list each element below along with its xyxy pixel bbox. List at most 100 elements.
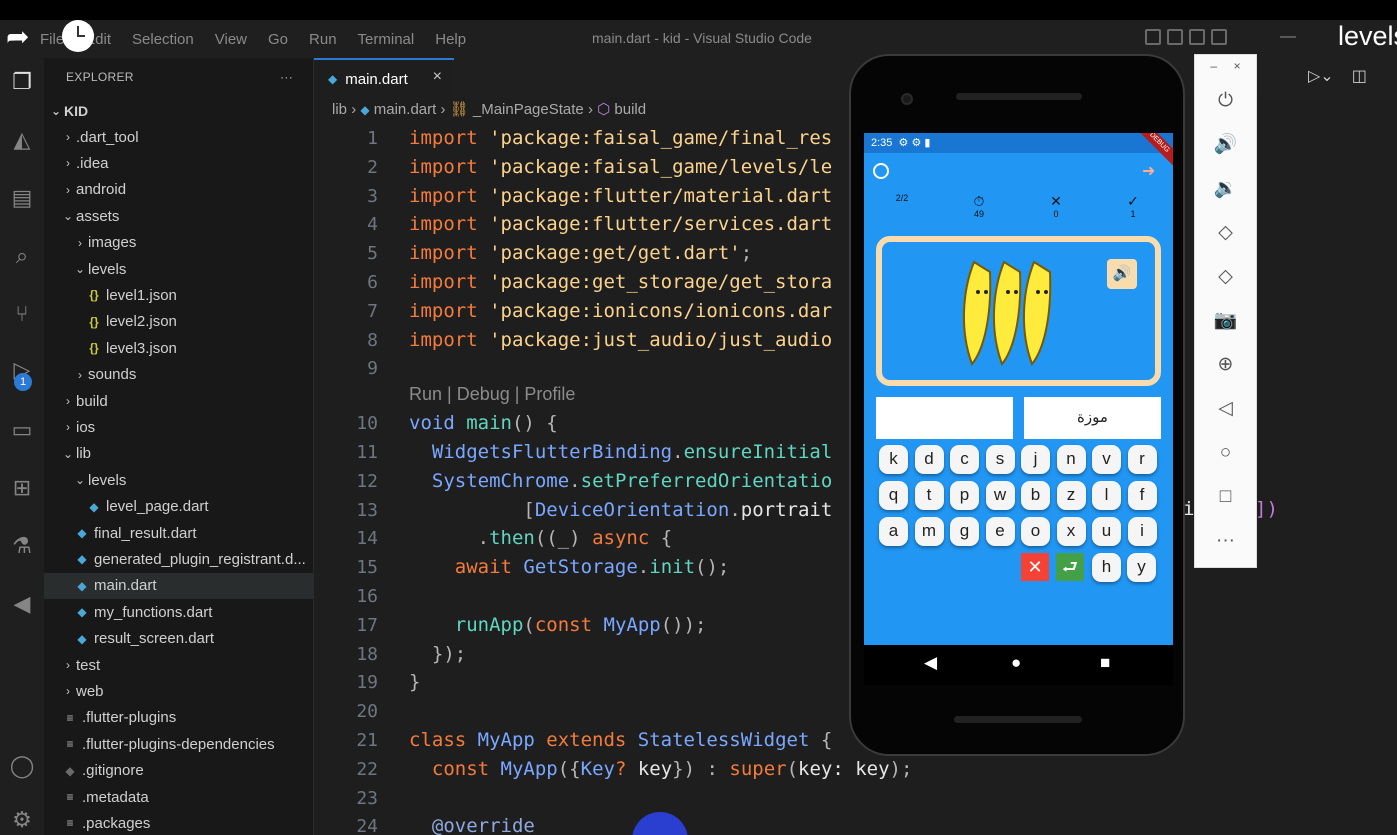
tree-item[interactable]: › build: [44, 388, 313, 414]
flutter-icon[interactable]: ◭: [0, 118, 44, 162]
letter-key[interactable]: m: [914, 517, 944, 546]
letter-key[interactable]: r: [1127, 445, 1157, 474]
codelens-run-debug[interactable]: Run | Debug | Profile: [409, 384, 575, 405]
customize-layout-icon[interactable]: [1211, 29, 1227, 45]
nav-home-icon[interactable]: ●: [1011, 653, 1021, 673]
letter-key[interactable]: b: [1021, 481, 1050, 510]
rotate-right-icon[interactable]: ◇: [1195, 263, 1256, 291]
letter-key[interactable]: h: [1092, 553, 1121, 582]
volume-down-icon[interactable]: 🔉: [1195, 175, 1256, 203]
menu-file[interactable]: File: [40, 31, 64, 48]
letter-key[interactable]: z: [1056, 481, 1086, 510]
tree-item[interactable]: {} level1.json: [44, 282, 313, 308]
explorer-icon[interactable]: ❐: [0, 60, 44, 104]
toggle-sidebar-icon[interactable]: [1145, 29, 1161, 45]
tree-item[interactable]: ◆ level_page.dart: [44, 494, 313, 520]
letter-key[interactable]: p: [950, 481, 979, 510]
letter-key[interactable]: o: [1021, 517, 1050, 546]
tree-item[interactable]: ◆ .gitignore: [44, 758, 313, 784]
menu-view[interactable]: View: [215, 31, 247, 48]
overview-icon[interactable]: □: [1195, 483, 1256, 511]
run-debug-dropdown-icon[interactable]: ▷⌄: [1308, 66, 1334, 86]
watch-later-icon[interactable]: [62, 20, 94, 52]
letter-key[interactable]: j: [1021, 445, 1050, 474]
answer-input-box[interactable]: [876, 397, 1013, 439]
nav-recents-icon[interactable]: ■: [1100, 653, 1110, 673]
settings-gear-icon[interactable]: ⚙: [0, 798, 44, 835]
camera-icon[interactable]: 📷: [1195, 307, 1256, 335]
home-icon[interactable]: ○: [1195, 439, 1256, 467]
letter-key[interactable]: l: [1092, 481, 1121, 510]
letter-key[interactable]: k: [879, 445, 908, 474]
submit-answer-button[interactable]: ⮐: [1056, 553, 1084, 581]
volume-up-icon[interactable]: 🔊: [1195, 131, 1256, 159]
letter-key[interactable]: s: [985, 445, 1015, 474]
testing-icon[interactable]: ⚗: [0, 524, 44, 568]
tree-item[interactable]: › test: [44, 652, 313, 678]
source-control-icon[interactable]: ⑂: [0, 292, 44, 336]
letter-key[interactable]: u: [1092, 517, 1121, 546]
tree-item[interactable]: ◆ main.dart: [44, 572, 313, 599]
letter-key[interactable]: c: [950, 445, 979, 474]
back-icon[interactable]: ◁: [1195, 395, 1256, 423]
extensions-icon[interactable]: ⊞: [0, 466, 44, 510]
tree-item[interactable]: › .idea: [44, 150, 313, 176]
more-icon[interactable]: ···: [1195, 527, 1256, 555]
menu-go[interactable]: Go: [268, 31, 288, 48]
letter-key[interactable]: a: [879, 517, 908, 546]
letter-key[interactable]: g: [950, 517, 979, 546]
tree-item[interactable]: {} level2.json: [44, 309, 313, 335]
nav-back-icon[interactable]: ◀: [924, 653, 937, 673]
toggle-panel-icon[interactable]: [1167, 29, 1183, 45]
tree-root[interactable]: ⌄ KID: [44, 98, 313, 124]
tree-item[interactable]: ⌄ levels: [44, 467, 313, 493]
tree-item[interactable]: ◆ final_result.dart: [44, 520, 313, 546]
share-arrow-icon[interactable]: ➦: [6, 22, 42, 52]
account-icon[interactable]: ◯: [0, 744, 44, 788]
emulator-minimize-icon[interactable]: –: [1210, 59, 1217, 73]
tree-item[interactable]: ◆ generated_plugin_registrant.d...: [44, 546, 313, 572]
letter-key[interactable]: t: [914, 481, 944, 510]
delete-letter-button[interactable]: ✕: [1021, 553, 1049, 581]
tree-item[interactable]: › web: [44, 678, 313, 704]
explorer-more-icon[interactable]: ···: [280, 70, 293, 84]
menu-terminal[interactable]: Terminal: [358, 31, 415, 48]
emulator-close-icon[interactable]: ×: [1234, 59, 1241, 73]
tree-item[interactable]: ⌄ assets: [44, 203, 313, 229]
letter-key[interactable]: n: [1056, 445, 1086, 474]
tree-item[interactable]: {} level3.json: [44, 335, 313, 361]
toggle-secondary-sidebar-icon[interactable]: [1189, 29, 1205, 45]
arrow-forward-icon[interactable]: ➜: [1142, 161, 1155, 181]
letter-key[interactable]: e: [985, 517, 1015, 546]
tree-item[interactable]: › sounds: [44, 362, 313, 388]
menu-help[interactable]: Help: [435, 31, 466, 48]
tab-close-icon[interactable]: ×: [433, 68, 442, 86]
tree-item[interactable]: ≡ .packages: [44, 810, 313, 835]
tree-item[interactable]: ≡ .flutter-plugins: [44, 705, 313, 731]
letter-key[interactable]: w: [985, 481, 1015, 510]
tab-main-dart[interactable]: ◆ main.dart ×: [314, 58, 454, 98]
breadcrumb-file[interactable]: main.dart: [374, 101, 437, 118]
search-icon[interactable]: ⌕: [0, 234, 44, 278]
power-icon[interactable]: ⏻: [1195, 87, 1256, 115]
book-icon[interactable]: ▤: [0, 176, 44, 220]
dart-devtools-icon[interactable]: ◀: [0, 582, 44, 626]
menu-selection[interactable]: Selection: [132, 31, 194, 48]
tree-item[interactable]: ≡ .flutter-plugins-dependencies: [44, 731, 313, 757]
rotate-left-icon[interactable]: ◇: [1195, 219, 1256, 247]
tree-item[interactable]: ⌄ lib: [44, 441, 313, 467]
letter-key[interactable]: y: [1127, 553, 1156, 582]
letter-key[interactable]: d: [914, 445, 944, 474]
minimize-icon[interactable]: —: [1280, 28, 1296, 46]
breadcrumb-class[interactable]: _MainPageState: [473, 101, 584, 118]
tree-item[interactable]: ⌄ levels: [44, 256, 313, 282]
letter-key[interactable]: v: [1092, 445, 1121, 474]
tree-item[interactable]: ≡ .metadata: [44, 784, 313, 810]
letter-key[interactable]: i: [1127, 517, 1157, 546]
tree-item[interactable]: ◆ result_screen.dart: [44, 626, 313, 652]
split-editor-icon[interactable]: ◫: [1352, 66, 1367, 86]
letter-key[interactable]: x: [1056, 517, 1086, 546]
remote-explorer-icon[interactable]: ▭: [0, 408, 44, 452]
letter-key[interactable]: f: [1127, 481, 1157, 510]
tree-item[interactable]: › images: [44, 230, 313, 256]
